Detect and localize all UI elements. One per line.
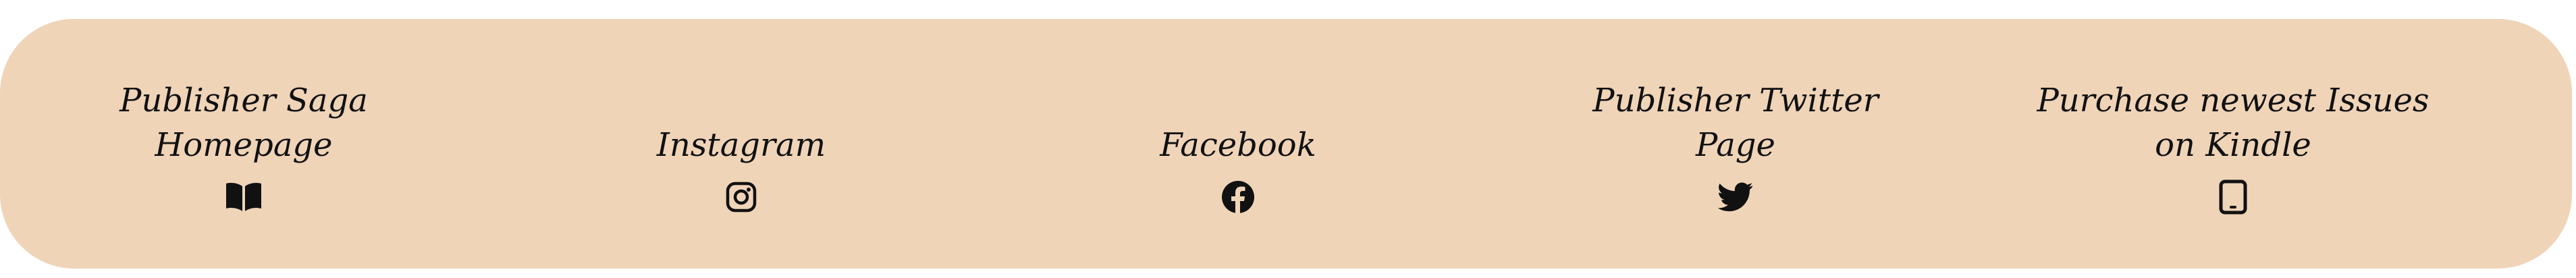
footer-links-bar: Publisher Saga Homepage Instagram Facebo… [0,19,2572,269]
link-kindle-purchase[interactable]: Purchase newest Issues on Kindle [1997,19,2469,269]
link-facebook[interactable]: Facebook [1002,19,1474,269]
tablet-icon [2213,177,2253,217]
link-label: Facebook [1160,126,1316,164]
link-instagram[interactable]: Instagram [505,19,977,269]
link-publisher-twitter[interactable]: Publisher Twitter Page [1499,19,1972,269]
link-label: Publisher Twitter Page [1592,82,1879,164]
instagram-icon [721,177,761,217]
link-label: Purchase newest Issues on Kindle [2037,82,2430,164]
link-label: Publisher Saga Homepage [119,82,368,164]
link-publisher-homepage[interactable]: Publisher Saga Homepage [7,19,480,269]
link-label: Instagram [656,126,826,164]
twitter-icon [1715,177,1756,217]
book-icon [223,177,264,217]
facebook-icon [1218,177,1258,217]
